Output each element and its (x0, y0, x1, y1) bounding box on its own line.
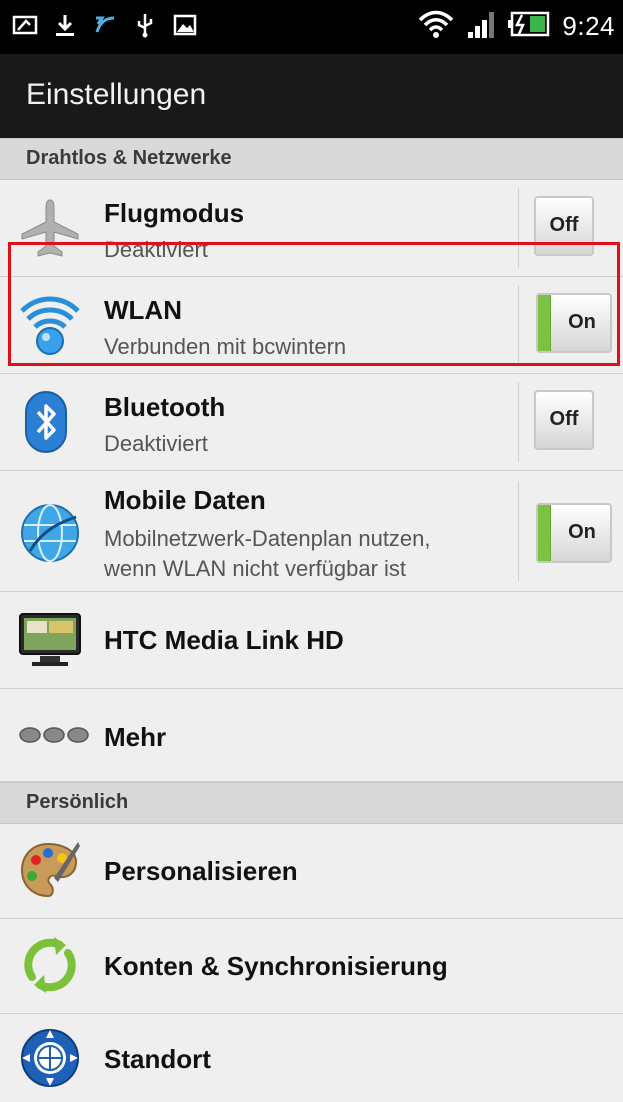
clock: 9:24 (562, 10, 615, 41)
divider (518, 188, 519, 268)
mobile-data-toggle[interactable]: On (536, 503, 612, 563)
setting-title: Bluetooth (104, 392, 226, 422)
setting-title: Mobile Daten (104, 485, 266, 515)
setting-title: Personalisieren (104, 856, 298, 886)
setting-title: Mehr (104, 722, 167, 752)
section-header-wireless: Drahtlos & Netzwerke (0, 138, 623, 180)
flugmodus-toggle[interactable]: Off (534, 196, 594, 256)
bluetooth-icon (18, 390, 82, 454)
image-icon (172, 12, 198, 38)
setting-subtitle: Verbunden mit bcwintern (104, 334, 347, 359)
divider (518, 382, 519, 462)
page-title: Einstellungen (26, 78, 207, 111)
setting-title: HTC Media Link HD (104, 625, 344, 655)
palette-icon (18, 838, 82, 902)
setting-bluetooth[interactable]: Bluetooth Deaktiviert Off (0, 374, 623, 471)
setting-title: Flugmodus (104, 198, 245, 228)
setting-media-link[interactable]: HTC Media Link HD (0, 592, 623, 689)
setting-mehr[interactable]: Mehr (0, 689, 623, 782)
app-bar: Einstellungen (0, 54, 623, 139)
setting-title: WLAN (104, 295, 182, 325)
divider (518, 285, 519, 365)
setting-subtitle: Deaktiviert (104, 431, 208, 456)
status-indicators: 9:24 (416, 8, 615, 44)
wlan-toggle[interactable]: On (536, 293, 612, 353)
status-bar: 9:24 (0, 0, 623, 54)
toggle-label: On (568, 521, 596, 543)
setting-subtitle-line2: wenn WLAN nicht verfügbar ist (104, 556, 407, 581)
setting-wlan[interactable]: WLAN Verbunden mit bcwintern On (0, 277, 623, 374)
setting-title: Konten & Synchronisierung (104, 951, 448, 981)
toggle-label: Off (549, 408, 579, 430)
sync-icon (92, 12, 118, 38)
download-icon (52, 12, 78, 38)
section-label: Drahtlos & Netzwerke (26, 147, 232, 169)
battery-icon (508, 9, 552, 43)
toggle-label: On (568, 311, 596, 333)
setting-personalisieren[interactable]: Personalisieren (0, 824, 623, 919)
globe-icon (18, 501, 82, 565)
setting-konten[interactable]: Konten & Synchronisierung (0, 919, 623, 1014)
setting-subtitle-line1: Mobilnetzwerk-Datenplan nutzen, (104, 526, 431, 551)
location-globe-icon (18, 1026, 82, 1090)
section-label: Persönlich (26, 791, 129, 813)
divider (518, 481, 519, 581)
setting-standort[interactable]: Standort (0, 1014, 623, 1102)
toggle-label: Off (549, 214, 579, 236)
wifi-signal-icon (416, 8, 456, 44)
section-header-personal: Persönlich (0, 782, 623, 824)
bluetooth-toggle[interactable]: Off (534, 390, 594, 450)
cell-signal-icon (466, 8, 498, 44)
setting-flugmodus[interactable]: Flugmodus Deaktiviert Off (0, 180, 623, 277)
airplane-icon (18, 196, 82, 260)
sync-arrows-icon (18, 933, 82, 997)
setting-subtitle: Deaktiviert (104, 237, 208, 262)
usb-icon (132, 12, 158, 38)
setting-title: Standort (104, 1044, 211, 1074)
notification-icons (12, 12, 198, 38)
message-icon (12, 12, 38, 38)
tv-icon (18, 610, 82, 674)
setting-mobile-data[interactable]: Mobile Daten Mobilnetzwerk-Datenplan nut… (0, 471, 623, 592)
wifi-icon (18, 291, 82, 355)
more-icon (18, 725, 89, 749)
